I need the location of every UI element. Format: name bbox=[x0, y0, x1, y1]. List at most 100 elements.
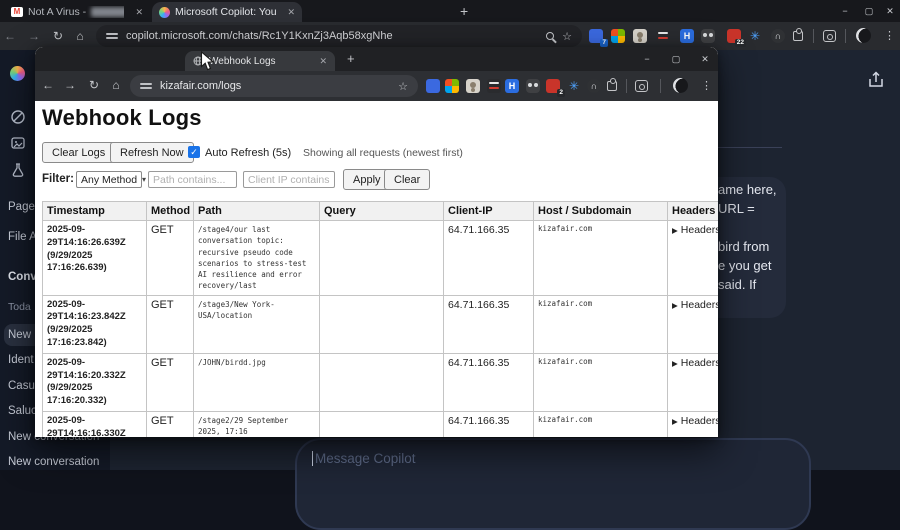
profile-avatar[interactable] bbox=[856, 28, 871, 43]
labs-flask-icon[interactable] bbox=[10, 162, 26, 178]
method-cell: GET bbox=[146, 352, 194, 413]
person-extension-icon[interactable] bbox=[466, 79, 480, 93]
host-cell: kizafair.com bbox=[533, 411, 668, 437]
forward-icon[interactable]: → bbox=[25, 27, 43, 45]
browser-menu-icon[interactable]: ⋮ bbox=[701, 79, 712, 92]
back-icon[interactable]: ← bbox=[39, 76, 57, 94]
site-info-icon[interactable] bbox=[140, 81, 152, 91]
query-cell bbox=[319, 294, 444, 354]
sidebar-item-active-chat[interactable]: New bbox=[8, 329, 31, 341]
dark-extension-icon[interactable] bbox=[487, 79, 501, 93]
copilot-favicon bbox=[159, 6, 170, 18]
dark-extension-icon[interactable] bbox=[656, 29, 670, 43]
home-icon[interactable]: ⌂ bbox=[71, 27, 89, 45]
browser-tab-gmail[interactable]: M Not A Virus - @gmail ✕ bbox=[4, 2, 150, 22]
maximize-button[interactable]: ▢ bbox=[663, 47, 689, 71]
sidebar-item-pages[interactable]: Page bbox=[8, 201, 35, 213]
extensions-puzzle-icon[interactable] bbox=[793, 28, 803, 41]
auto-refresh-checkbox[interactable]: ✓ bbox=[188, 146, 200, 158]
zoom-icon[interactable] bbox=[546, 32, 555, 40]
adblock-extension-icon[interactable] bbox=[426, 79, 440, 93]
cart-extension-icon[interactable]: 2 bbox=[546, 79, 565, 97]
close-button[interactable]: ✕ bbox=[692, 47, 718, 71]
minimize-button[interactable]: − bbox=[634, 47, 660, 71]
arc-extension-icon[interactable]: ∩ bbox=[771, 29, 785, 43]
method-cell: GET bbox=[146, 294, 194, 354]
headers-toggle[interactable]: ▶ Headers bbox=[667, 411, 718, 437]
bookmark-star-icon[interactable]: ☆ bbox=[562, 30, 572, 43]
headers-toggle[interactable]: ▶ Headers bbox=[667, 294, 718, 354]
bookmark-star-icon[interactable]: ☆ bbox=[398, 80, 408, 93]
client-ip-cell: 64.71.166.35 bbox=[443, 411, 534, 437]
site-info-icon[interactable] bbox=[106, 31, 118, 41]
close-icon[interactable]: ✕ bbox=[319, 56, 327, 67]
cart-extension-icon[interactable]: 22 bbox=[727, 29, 746, 47]
composer-placeholder: Message Copilot bbox=[312, 451, 416, 466]
close-icon[interactable]: ✕ bbox=[287, 7, 295, 18]
profile-avatar[interactable] bbox=[673, 78, 688, 93]
home-icon[interactable]: ⌂ bbox=[107, 76, 125, 94]
goggles-extension-icon[interactable] bbox=[701, 29, 715, 43]
browser-tab-copilot[interactable]: Microsoft Copilot: Your AI com ✕ bbox=[152, 2, 302, 22]
mouse-cursor bbox=[200, 50, 215, 77]
snowflake-extension-icon[interactable]: ✳ bbox=[748, 29, 762, 43]
headers-toggle[interactable]: ▶ Headers bbox=[667, 220, 718, 296]
new-tab-button[interactable]: + bbox=[460, 4, 468, 18]
h-extension-icon[interactable]: H bbox=[505, 79, 519, 93]
sidebar-item-chat[interactable]: Saluc bbox=[8, 405, 37, 417]
browser-menu-icon[interactable]: ⋮ bbox=[884, 29, 895, 42]
snowflake-extension-icon[interactable]: ✳ bbox=[567, 79, 581, 93]
sidebar-item-files[interactable]: File A bbox=[8, 231, 37, 243]
microsoft-extension-icon[interactable] bbox=[445, 79, 459, 93]
address-bar[interactable]: kizafair.com/logs ☆ bbox=[130, 75, 418, 97]
tab-search-icon[interactable] bbox=[823, 30, 836, 42]
headers-toggle[interactable]: ▶ Headers bbox=[667, 352, 718, 413]
inner-tab-strip: Webhook Logs ✕ + − ▢ ✕ bbox=[35, 47, 718, 71]
microsoft-extension-icon[interactable] bbox=[611, 29, 625, 43]
reload-icon[interactable]: ↻ bbox=[49, 27, 67, 45]
method-cell: GET bbox=[146, 220, 194, 296]
clear-logs-button[interactable]: Clear Logs bbox=[42, 142, 116, 163]
ip-filter-input[interactable] bbox=[243, 171, 335, 188]
close-icon[interactable]: ✕ bbox=[135, 7, 143, 18]
new-tab-button[interactable]: + bbox=[347, 51, 355, 66]
sidebar-section-today: Toda bbox=[8, 301, 31, 313]
chat-bubble-text: ame here, URL = bird from e you get said… bbox=[718, 182, 777, 292]
close-button[interactable]: ✕ bbox=[880, 0, 900, 22]
gallery-icon[interactable] bbox=[10, 135, 26, 151]
column-header: Headers bbox=[667, 201, 718, 221]
copilot-composer[interactable]: Message Copilot bbox=[295, 438, 811, 530]
tab-search-icon[interactable] bbox=[635, 80, 648, 92]
client-ip-cell: 64.71.166.35 bbox=[443, 352, 534, 413]
outer-toolbar: ← → ↻ ⌂ copilot.microsoft.com/chats/Rc1Y… bbox=[0, 22, 900, 50]
clear-button[interactable]: Clear bbox=[384, 169, 431, 190]
query-cell bbox=[319, 220, 444, 296]
chevron-down-icon: ▾ bbox=[142, 175, 147, 184]
path-filter-input[interactable] bbox=[148, 171, 237, 188]
extension-badge: 2 bbox=[557, 88, 565, 97]
arc-extension-icon[interactable]: ∩ bbox=[587, 79, 601, 93]
refresh-now-button[interactable]: Refresh Now bbox=[110, 142, 194, 163]
filter-label: Filter: bbox=[42, 173, 74, 185]
extensions-puzzle-icon[interactable] bbox=[607, 78, 617, 91]
back-icon[interactable]: ← bbox=[1, 27, 19, 45]
discover-icon[interactable] bbox=[10, 109, 26, 125]
goggles-extension-icon[interactable] bbox=[526, 79, 540, 93]
text-cursor bbox=[312, 451, 313, 466]
forward-icon[interactable]: → bbox=[61, 76, 79, 94]
method-filter-select[interactable]: Any Method ▾ bbox=[76, 171, 146, 188]
h-extension-icon[interactable]: H bbox=[680, 29, 694, 43]
address-bar[interactable]: copilot.microsoft.com/chats/Rc1Y1KxnZj3A… bbox=[96, 25, 582, 47]
timestamp-cell: 2025-09-29T14:16:20.332Z (9/29/2025 17:1… bbox=[42, 352, 147, 413]
reload-icon[interactable]: ↻ bbox=[85, 76, 103, 94]
query-cell bbox=[319, 411, 444, 437]
sidebar-item-chat[interactable]: New conversation bbox=[8, 456, 99, 468]
extension-badge: 7 bbox=[600, 38, 608, 47]
adblock-extension-icon[interactable]: 7 bbox=[589, 29, 608, 47]
disclosure-triangle-icon: ▶ bbox=[672, 358, 678, 368]
sidebar-item-chat[interactable]: Ident bbox=[8, 354, 34, 366]
maximize-button[interactable]: ▢ bbox=[857, 0, 881, 22]
share-icon[interactable] bbox=[866, 70, 886, 90]
minimize-button[interactable]: − bbox=[833, 0, 857, 22]
person-extension-icon[interactable] bbox=[633, 29, 647, 43]
